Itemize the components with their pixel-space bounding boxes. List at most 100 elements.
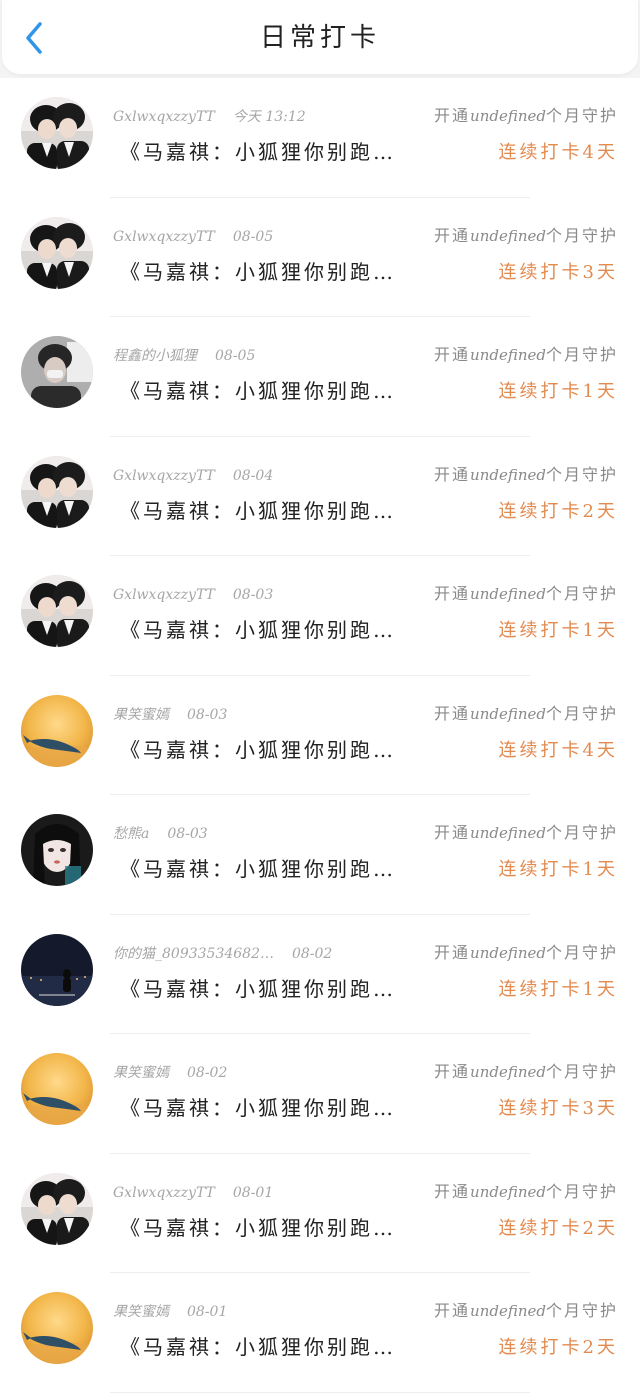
username[interactable]: GxlwxqxzzyTT [113,229,215,245]
guard-status: 开通undefined个月守护 [434,702,618,726]
username[interactable]: GxlwxqxzzyTT [113,1185,215,1201]
checkin-row-11[interactable]: 果笑蜜嫣 08-01 《马嘉祺：小狐狸你别跑… 开通undefined个月守护 连… [0,1273,640,1393]
streak-label: 连续打卡3天 [498,261,618,283]
checkin-content: 《马嘉祺：小狐狸你别跑… [120,1335,396,1359]
guard-status: 开通undefined个月守护 [434,1060,618,1084]
avatar-whale[interactable] [21,1053,93,1125]
username[interactable]: 程鑫的小狐狸 [113,348,197,364]
username[interactable]: GxlwxqxzzyTT [113,468,215,484]
checkin-row-5[interactable]: GxlwxqxzzyTT 08-03 《马嘉祺：小狐狸你别跑… 开通undefin… [0,556,640,676]
username[interactable]: GxlwxqxzzyTT [113,587,215,603]
checkin-row-9[interactable]: 果笑蜜嫣 08-02 《马嘉祺：小狐狸你别跑… 开通undefined个月守护 连… [0,1034,640,1154]
streak-label: 连续打卡4天 [498,739,618,761]
avatar-whale[interactable] [21,1292,93,1364]
guard-prefix: 开通 [434,345,471,364]
guard-suffix: 个月守护 [545,1181,618,1201]
streak-label: 连续打卡1天 [498,978,618,1000]
username[interactable]: 愁熊a [113,826,149,842]
guard-suffix: 个月守护 [545,584,618,603]
guard-prefix: 开通 [434,584,471,603]
streak-label: 连续打卡2天 [498,500,618,522]
checkin-date: 08-03 [167,826,208,842]
row-meta: 愁熊a 08-03 [113,823,208,845]
avatar-couple[interactable] [21,216,93,289]
row-meta: 程鑫的小狐狸 08-05 [113,345,255,367]
username[interactable]: GxlwxqxzzyTT [113,109,215,125]
row-meta: GxlwxqxzzyTT 08-05 [113,226,273,248]
guard-months: undefined [470,107,546,125]
guard-suffix: 个月守护 [545,464,618,484]
guard-prefix: 开通 [434,1062,471,1081]
guard-months: undefined [470,585,546,603]
streak-label: 连续打卡1天 [498,620,618,641]
avatar-girl[interactable] [21,814,93,886]
avatar-couple[interactable] [21,575,93,647]
guard-prefix: 开通 [434,942,471,962]
checkin-date: 08-05 [232,228,274,245]
guard-prefix: 开通 [434,464,471,484]
avatar-night[interactable] [21,933,93,1006]
guard-prefix: 开通 [434,106,471,125]
checkin-content: 《马嘉祺：小狐狸你别跑… [120,498,396,523]
guard-status: 开通undefined个月守护 [434,463,618,487]
avatar-couple[interactable] [21,97,93,169]
checkin-content: 《马嘉祺：小狐狸你别跑… [120,857,396,881]
row-meta: 果笑蜜嫣 08-01 [113,1301,227,1323]
guard-status: 开通undefined个月守护 [434,821,618,845]
checkin-content: 《马嘉祺：小狐狸你别跑… [120,259,396,284]
row-meta: 你的猫_80933534682… 08-02 [113,943,332,965]
username[interactable]: 果笑蜜嫣 [113,1304,169,1320]
guard-months: undefined [470,226,546,245]
username[interactable]: 你的猫_80933534682… [113,946,274,962]
guard-status: 开通undefined个月守护 [434,1180,618,1204]
row-meta: GxlwxqxzzyTT 08-04 [113,465,273,487]
row-divider [110,1391,530,1393]
checkin-row-3[interactable]: 程鑫的小狐狸 08-05 《马嘉祺：小狐狸你别跑… 开通undefined个月守护… [0,317,640,437]
row-meta: GxlwxqxzzyTT 08-01 [113,1182,273,1204]
checkin-content: 《马嘉祺：小狐狸你别跑… [120,618,396,642]
guard-suffix: 个月守护 [545,703,618,723]
checkin-row-8[interactable]: 你的猫_80933534682… 08-02 《马嘉祺：小狐狸你别跑… 开通und… [0,914,640,1034]
username[interactable]: 果笑蜜嫣 [113,1065,169,1081]
guard-suffix: 个月守护 [545,1301,618,1320]
checkin-row-10[interactable]: GxlwxqxzzyTT 08-01 《马嘉祺：小狐狸你别跑… 开通undefin… [0,1153,640,1273]
checkin-row-1[interactable]: GxlwxqxzzyTT 今天 13:12 《马嘉祺：小狐狸你别跑… 开通unde… [0,78,640,198]
guard-prefix: 开通 [434,703,471,723]
avatar-whale[interactable] [21,694,93,767]
avatar-couple[interactable] [21,1172,93,1245]
guard-months: undefined [470,1302,546,1320]
checkin-row-6[interactable]: 果笑蜜嫣 08-03 《马嘉祺：小狐狸你别跑… 开通undefined个月守护 连… [0,675,640,795]
checkin-date: 08-05 [215,348,256,364]
checkin-date: 08-01 [187,1304,228,1320]
checkin-row-7[interactable]: 愁熊a 08-03 《马嘉祺：小狐狸你别跑… 开通undefined个月守护 连续… [0,795,640,915]
row-meta: 果笑蜜嫣 08-02 [113,1062,227,1084]
guard-suffix: 个月守护 [545,106,618,125]
guard-months: undefined [470,346,546,364]
checkin-date: 08-02 [187,1065,228,1081]
guard-months: undefined [470,1182,546,1201]
avatar-couple[interactable] [21,455,93,528]
streak-label: 连续打卡4天 [498,142,618,163]
guard-suffix: 个月守护 [545,1062,618,1081]
checkin-row-4[interactable]: GxlwxqxzzyTT 08-04 《马嘉祺：小狐狸你别跑… 开通undefin… [0,436,640,556]
page-title: 日常打卡 [259,23,380,53]
row-meta: GxlwxqxzzyTT 08-03 [113,584,273,606]
checkin-date: 今天 13:12 [232,109,306,125]
guard-months: undefined [470,704,546,723]
guard-prefix: 开通 [434,823,471,842]
avatar-boy[interactable] [21,336,93,408]
top-bar: 日常打卡 [2,0,638,74]
guard-months: undefined [470,1063,546,1081]
guard-status: 开通undefined个月守护 [434,104,618,128]
checkin-content: 《马嘉祺：小狐狸你别跑… [120,1096,396,1120]
guard-months: undefined [470,943,546,962]
streak-label: 连续打卡2天 [498,1217,618,1239]
guard-status: 开通undefined个月守护 [434,941,618,965]
checkin-row-2[interactable]: GxlwxqxzzyTT 08-05 《马嘉祺：小狐狸你别跑… 开通undefin… [0,197,640,317]
username[interactable]: 果笑蜜嫣 [113,707,169,723]
checkin-content: 《马嘉祺：小狐狸你别跑… [120,1215,396,1240]
guard-status: 开通undefined个月守护 [434,1299,618,1323]
guard-status: 开通undefined个月守护 [434,582,618,606]
guard-status: 开通undefined个月守护 [434,224,618,248]
checkin-content: 《马嘉祺：小狐狸你别跑… [120,379,396,403]
